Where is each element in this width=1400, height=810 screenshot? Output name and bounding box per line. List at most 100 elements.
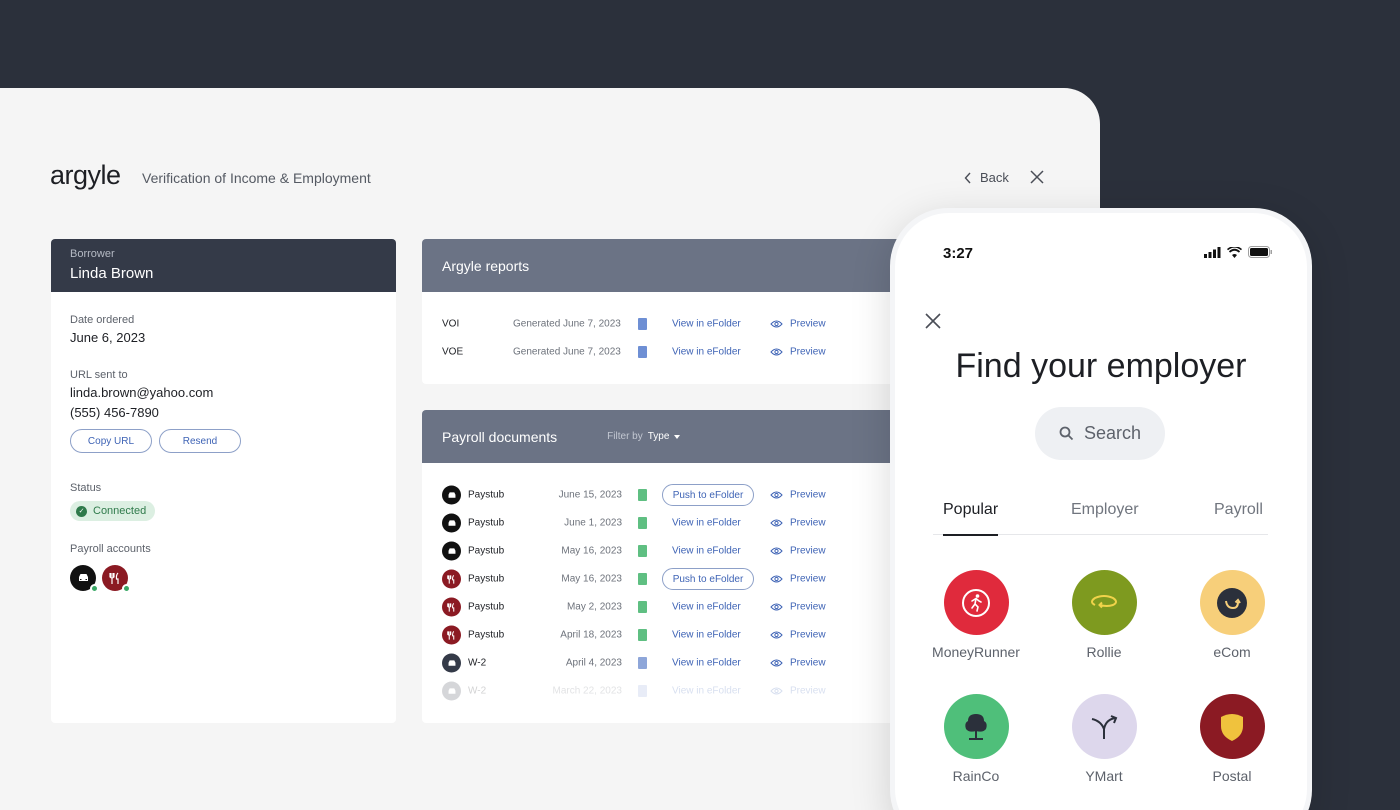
car-account-icon — [442, 653, 461, 673]
push-to-efolder-button[interactable]: Push to eFolder — [662, 568, 754, 590]
filter-dropdown[interactable]: Filter by Type — [607, 431, 681, 442]
table-row: W-2 April 4, 2023 View in eFolder Preview — [422, 649, 942, 677]
document-icon — [638, 545, 647, 557]
search-placeholder: Search — [1083, 423, 1142, 443]
employer-name: RainCo — [952, 768, 1000, 784]
employer-ecom[interactable]: eCom — [1177, 570, 1287, 660]
top-bar: argyle Verification of Income & Employme… — [50, 160, 1050, 190]
borrower-card: Borrower Linda Brown Date ordered June 6… — [51, 239, 396, 723]
status-icons — [1204, 246, 1273, 258]
eye-icon — [770, 603, 783, 611]
employer-ymart[interactable]: YMart — [1049, 694, 1159, 784]
car-icon — [448, 519, 455, 526]
preview-link[interactable]: Preview — [770, 574, 826, 585]
document-date: June 1, 2023 — [564, 517, 622, 529]
car-icon — [448, 659, 455, 666]
employer-tabs: Popular Employer Payroll — [933, 501, 1268, 536]
back-button[interactable]: Back — [964, 170, 1009, 185]
view-efolder-link[interactable]: View in eFolder — [672, 347, 741, 358]
document-name: Paystub — [468, 573, 505, 585]
view-efolder-link[interactable]: View in eFolder — [672, 686, 741, 697]
view-efolder-link[interactable]: View in eFolder — [672, 546, 741, 557]
employer-rainco[interactable]: RainCo — [921, 694, 1031, 784]
preview-link[interactable]: Preview — [770, 518, 826, 529]
car-account-icon — [442, 513, 461, 533]
preview-link[interactable]: Preview — [770, 319, 826, 330]
preview-link[interactable]: Preview — [770, 658, 826, 669]
preview-link[interactable]: Preview — [770, 630, 826, 641]
document-name: W-2 — [468, 657, 487, 669]
preview-link[interactable]: Preview — [770, 546, 826, 557]
car-account-avatar[interactable] — [70, 565, 99, 593]
table-row: VOE Generated June 7, 2023 View in eFold… — [422, 338, 942, 366]
close-icon[interactable] — [923, 311, 943, 331]
document-name: Paystub — [468, 489, 505, 501]
employer-search-input[interactable]: Search — [1035, 407, 1165, 460]
eye-icon — [770, 320, 783, 328]
document-icon — [638, 685, 647, 697]
utensils-icon — [447, 602, 455, 612]
report-name: VOI — [442, 318, 460, 330]
payroll-rows: Paystub June 15, 2023 Push to eFolder Previ… — [422, 463, 942, 705]
status-badge: ✓ Connected — [70, 501, 156, 521]
preview-label: Preview — [790, 545, 826, 557]
document-date: May 2, 2023 — [566, 601, 622, 613]
battery-icon — [1248, 246, 1272, 258]
tab-popular[interactable]: Popular — [943, 501, 999, 536]
close-icon[interactable] — [1028, 168, 1046, 186]
view-efolder-link[interactable]: View in eFolder — [672, 630, 741, 641]
borrower-label: Borrower — [70, 248, 115, 260]
rainco-logo — [943, 694, 1009, 759]
preview-link[interactable]: Preview — [770, 490, 826, 501]
eye-icon — [770, 631, 783, 639]
document-icon — [638, 573, 647, 585]
caret-down-icon — [674, 434, 681, 439]
tab-employer[interactable]: Employer — [1071, 501, 1139, 519]
preview-label: Preview — [790, 601, 826, 613]
table-row: Paystub June 1, 2023 View in eFolder Previe… — [422, 509, 942, 537]
reports-title: Argyle reports — [442, 257, 530, 274]
rollie-logo — [1071, 570, 1137, 635]
payroll-documents-panel: Payroll documents Filter by Type Paystub… — [422, 410, 942, 723]
report-date: Generated June 7, 2023 — [513, 318, 621, 330]
preview-label: Preview — [790, 318, 826, 330]
employer-postal[interactable]: Postal — [1177, 694, 1287, 784]
preview-label: Preview — [790, 489, 826, 501]
utensils-account-icon — [442, 597, 461, 617]
document-icon — [638, 318, 647, 330]
restaurant-account-avatar[interactable] — [102, 565, 131, 593]
document-icon — [638, 517, 647, 529]
car-account-icon — [442, 485, 461, 505]
employer-moneyrunner[interactable]: MoneyRunner — [921, 570, 1031, 660]
table-row: Paystub April 18, 2023 View in eFolder Prev… — [422, 621, 942, 649]
signal-icon — [1204, 246, 1221, 258]
ecom-logo — [1199, 570, 1265, 635]
preview-link[interactable]: Preview — [770, 347, 826, 358]
preview-link[interactable]: Preview — [770, 602, 826, 613]
employer-name: MoneyRunner — [932, 644, 1020, 660]
document-date: June 15, 2023 — [558, 489, 622, 501]
preview-label: Preview — [790, 629, 826, 641]
view-efolder-link[interactable]: View in eFolder — [672, 518, 741, 529]
phone-screen: 3:27 Find your employer Search Popular E… — [895, 213, 1307, 810]
document-date: April 18, 2023 — [560, 629, 622, 641]
check-icon: ✓ — [76, 505, 87, 517]
utensils-icon — [109, 572, 119, 584]
view-efolder-link[interactable]: View in eFolder — [672, 319, 741, 330]
employer-rollie[interactable]: Rollie — [1049, 570, 1159, 660]
tab-payroll[interactable]: Payroll — [1214, 501, 1263, 519]
status-label: Status — [70, 482, 102, 494]
utensils-account-icon — [442, 569, 461, 589]
resend-button[interactable]: Resend — [159, 429, 241, 453]
car-icon — [78, 574, 88, 581]
view-efolder-link[interactable]: View in eFolder — [672, 658, 741, 669]
preview-link[interactable]: Preview — [770, 686, 826, 697]
payroll-title: Payroll documents — [442, 428, 558, 445]
find-employer-title: Find your employer — [955, 347, 1247, 385]
payroll-accounts-label: Payroll accounts — [70, 543, 151, 555]
copy-url-button[interactable]: Copy URL — [70, 429, 152, 453]
search-icon — [1059, 426, 1074, 441]
view-efolder-link[interactable]: View in eFolder — [672, 602, 741, 613]
preview-label: Preview — [790, 685, 826, 697]
push-to-efolder-button[interactable]: Push to eFolder — [662, 484, 754, 506]
